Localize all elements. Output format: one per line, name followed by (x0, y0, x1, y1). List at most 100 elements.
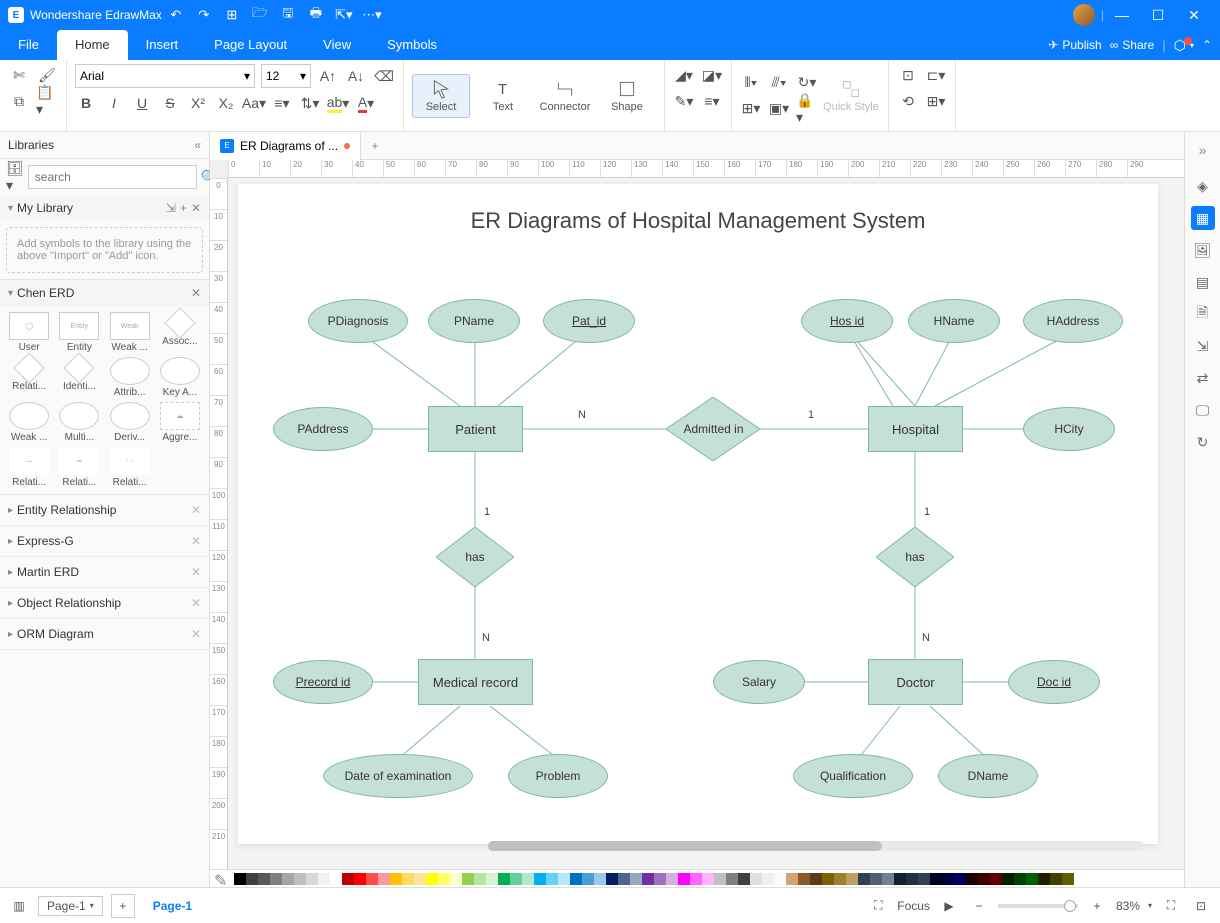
cat-martin[interactable]: ▸Martin ERD✕ (0, 557, 209, 588)
attr-paddress[interactable]: PAddress (273, 407, 373, 451)
decrease-font-icon[interactable]: A↓ (345, 65, 367, 87)
print-icon[interactable]: 🖶 (304, 3, 328, 27)
rel-admitted[interactable]: Admitted in (666, 397, 761, 461)
tab-pagelayout[interactable]: Page Layout (196, 30, 305, 60)
mylib-header[interactable]: ▾My Library ⇲+✕ (0, 195, 209, 221)
shape-user[interactable]: ◯User (6, 312, 52, 353)
new-icon[interactable]: ⊞ (220, 3, 244, 27)
shape-attr[interactable]: Attrib... (107, 357, 153, 398)
attr-precid[interactable]: Precord id (273, 660, 373, 704)
bullets-icon[interactable]: ≡▾ (271, 92, 293, 114)
add-page-button[interactable]: + (111, 894, 135, 918)
shape-keyattr[interactable]: Key A... (157, 357, 203, 398)
attr-pdiagnosis[interactable]: PDiagnosis (308, 299, 408, 343)
color-swatch[interactable] (738, 873, 750, 885)
bold-icon[interactable]: B (75, 92, 97, 114)
publish-button[interactable]: ✈Publish (1048, 38, 1101, 52)
attr-salary[interactable]: Salary (713, 660, 805, 704)
color-swatch[interactable] (1038, 873, 1050, 885)
color-swatch[interactable] (858, 873, 870, 885)
underline-icon[interactable]: U (131, 92, 153, 114)
font-size-select[interactable]: 12▾ (261, 64, 311, 88)
color-swatch[interactable] (894, 873, 906, 885)
export-icon[interactable]: ⇱▾ (332, 3, 356, 27)
zoom-slider[interactable] (998, 904, 1078, 908)
grid-icon[interactable]: ▦ (1191, 206, 1215, 230)
color-swatch[interactable] (1026, 873, 1038, 885)
export2-icon[interactable]: ⇲ (1191, 334, 1215, 358)
maximize-button[interactable]: ☐ (1140, 7, 1176, 24)
more-icon[interactable]: ⋯▾ (360, 3, 384, 27)
tab-view[interactable]: View (305, 30, 369, 60)
attr-qual[interactable]: Qualification (793, 754, 913, 798)
color-swatch[interactable] (294, 873, 306, 885)
collapse-right-icon[interactable]: » (1191, 138, 1215, 162)
shape-assoc[interactable]: Assoc... (157, 312, 203, 353)
close-mylib-icon[interactable]: ✕ (191, 201, 201, 215)
entity-medical[interactable]: Medical record (418, 659, 533, 705)
pages-icon[interactable]: ▥ (8, 895, 30, 917)
close-button[interactable]: ✕ (1176, 7, 1212, 24)
color-swatch[interactable] (750, 873, 762, 885)
color-swatch[interactable] (726, 873, 738, 885)
increase-font-icon[interactable]: A↑ (317, 65, 339, 87)
color-swatch[interactable] (546, 873, 558, 885)
color-swatch[interactable] (462, 873, 474, 885)
samesize-icon[interactable]: ⊡ (897, 64, 919, 86)
history-icon[interactable]: ↻ (1191, 430, 1215, 454)
subscript-icon[interactable]: X₂ (215, 92, 237, 114)
color-swatch[interactable] (666, 873, 678, 885)
attr-pname[interactable]: PName (428, 299, 520, 343)
color-swatch[interactable] (882, 873, 894, 885)
color-swatch[interactable] (450, 873, 462, 885)
color-swatch[interactable] (570, 873, 582, 885)
color-swatch[interactable] (870, 873, 882, 885)
align-icon[interactable]: ⫴▾ (740, 72, 762, 94)
color-swatch[interactable] (906, 873, 918, 885)
shadow-icon[interactable]: ◪▾ (701, 64, 723, 86)
add-tab-button[interactable]: + (361, 139, 389, 153)
page-icon[interactable]: 🗎 (1191, 302, 1215, 326)
tab-symbols[interactable]: Symbols (369, 30, 455, 60)
shape-entity[interactable]: EntityEntity (56, 312, 102, 353)
font-select[interactable]: Arial▾ (75, 64, 255, 88)
color-swatch[interactable] (306, 873, 318, 885)
color-swatch[interactable] (678, 873, 690, 885)
color-swatch[interactable] (834, 873, 846, 885)
play-icon[interactable]: ▶ (938, 895, 960, 917)
color-swatch[interactable] (414, 873, 426, 885)
color-swatch[interactable] (654, 873, 666, 885)
color-swatch[interactable] (390, 873, 402, 885)
color-swatch[interactable] (1050, 873, 1062, 885)
document-tab[interactable]: E ER Diagrams of ... (210, 132, 361, 160)
color-swatch[interactable] (846, 873, 858, 885)
color-swatch[interactable] (1014, 873, 1026, 885)
shape-deriv[interactable]: Deriv... (107, 402, 153, 443)
color-swatch[interactable] (582, 873, 594, 885)
paste-icon[interactable]: 📋▾ (36, 90, 58, 112)
image-icon[interactable]: 🖼 (1191, 238, 1215, 262)
chen-header[interactable]: ▾Chen ERD ✕ (0, 280, 209, 306)
save-icon[interactable]: 🖫 (276, 3, 300, 27)
color-swatch[interactable] (930, 873, 942, 885)
attr-dname[interactable]: DName (938, 754, 1038, 798)
color-swatch[interactable] (702, 873, 714, 885)
color-swatch[interactable] (966, 873, 978, 885)
group-icon[interactable]: ⊞▾ (740, 98, 762, 120)
theme-icon[interactable]: ◈ (1191, 174, 1215, 198)
color-swatch[interactable] (618, 873, 630, 885)
linespacing-icon[interactable]: ⇅▾ (299, 92, 321, 114)
select-tool[interactable]: Select (412, 74, 470, 118)
attr-hosid[interactable]: Hos id (801, 299, 893, 343)
attr-hcity[interactable]: HCity (1023, 407, 1115, 451)
shape-tool[interactable]: Shape (598, 75, 656, 117)
page-select[interactable]: Page-1▾ (38, 896, 103, 916)
color-swatch[interactable] (234, 873, 246, 885)
color-swatch[interactable] (1062, 873, 1074, 885)
color-swatch[interactable] (954, 873, 966, 885)
entity-patient[interactable]: Patient (428, 406, 523, 452)
color-swatch[interactable] (378, 873, 390, 885)
import-icon[interactable]: ⇲ (166, 201, 176, 215)
color-swatch[interactable] (366, 873, 378, 885)
collapse-ribbon-icon[interactable]: ⌃ (1202, 38, 1212, 52)
